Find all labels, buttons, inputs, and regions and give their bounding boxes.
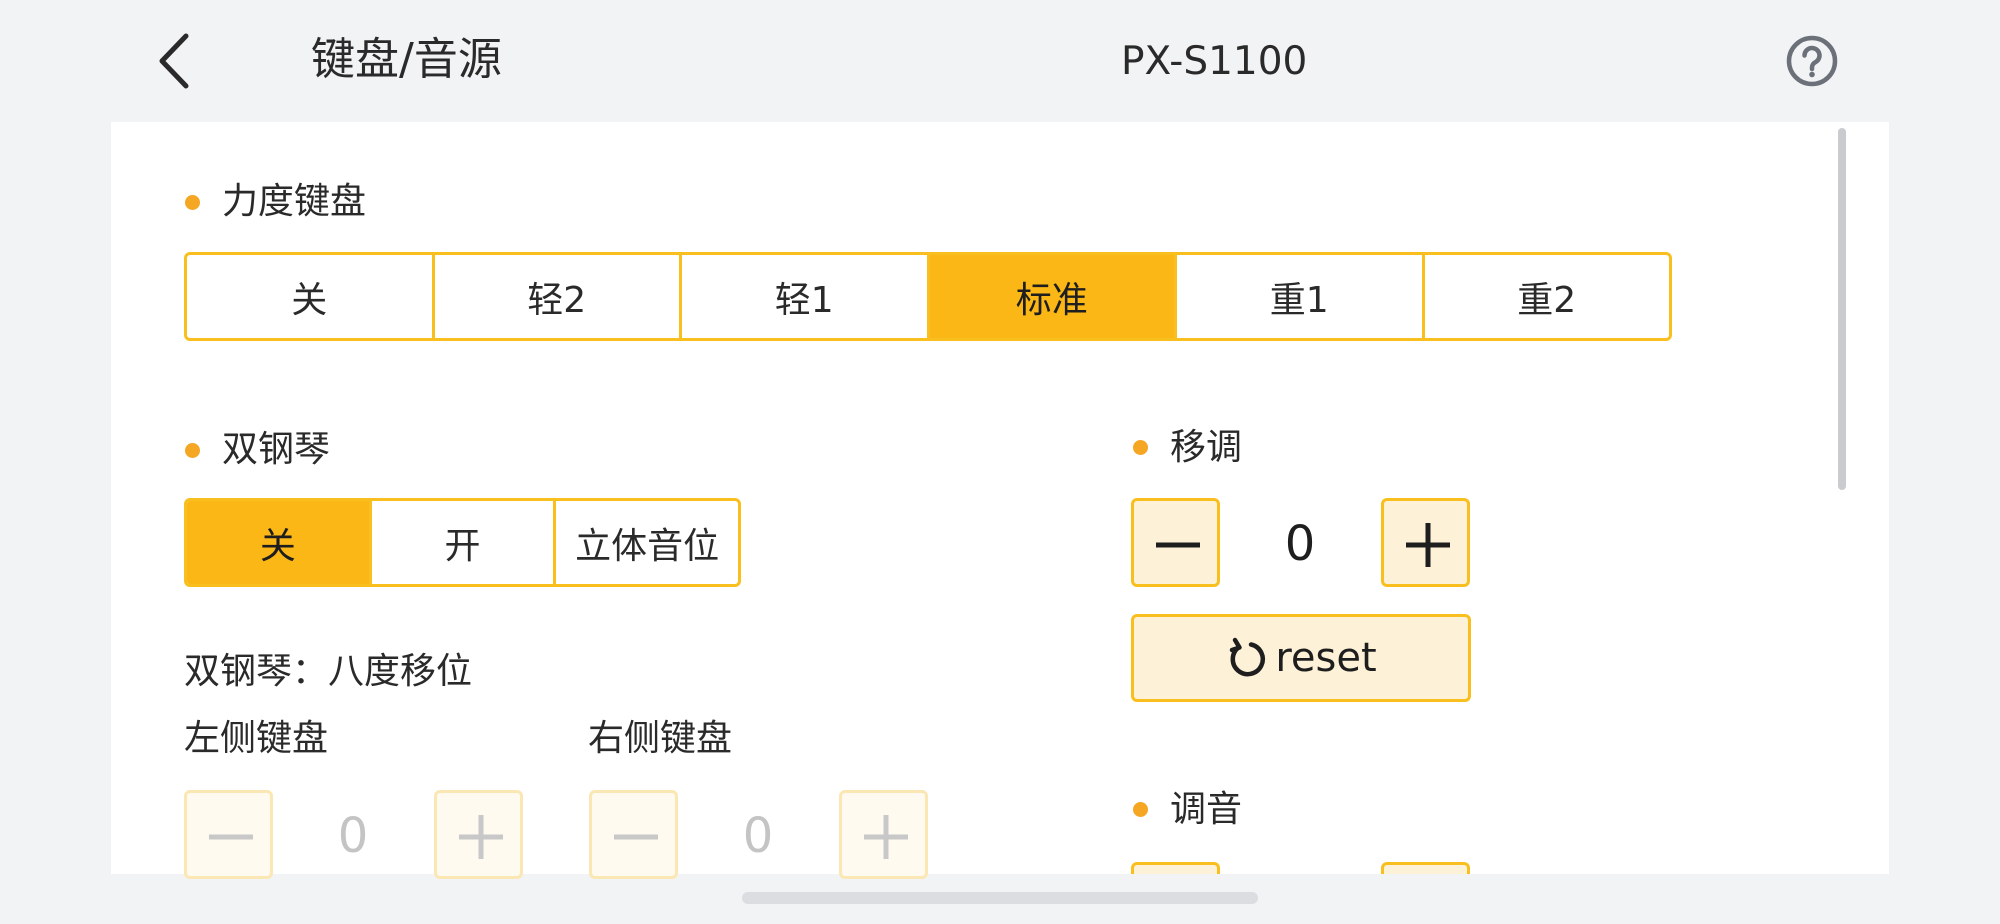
tuning-label: 调音 bbox=[1170, 789, 1243, 830]
home-indicator bbox=[742, 892, 1258, 904]
help-icon bbox=[1786, 35, 1838, 87]
plus-icon bbox=[1406, 523, 1450, 567]
touch-response-label: 力度键盘 bbox=[222, 181, 367, 222]
section-bullet bbox=[185, 195, 200, 210]
left-octave-decrease-button[interactable] bbox=[184, 790, 273, 879]
touch-response-option[interactable]: 重2 bbox=[1425, 255, 1670, 338]
right-octave-value: 0 bbox=[742, 808, 774, 864]
right-octave-increase-button[interactable] bbox=[839, 790, 928, 879]
page-title: 键盘/音源 bbox=[311, 34, 502, 85]
app-header: 键盘/音源 PX-S1100 bbox=[0, 0, 2000, 122]
right-keyboard-label: 右侧键盘 bbox=[588, 718, 733, 759]
duet-mode-option[interactable]: 关 bbox=[187, 501, 372, 584]
device-name: PX-S1100 bbox=[1121, 39, 1308, 84]
section-bullet bbox=[185, 443, 200, 458]
minus-icon bbox=[614, 834, 658, 840]
touch-response-option[interactable]: 关 bbox=[187, 255, 435, 338]
plus-icon bbox=[864, 815, 908, 859]
duet-label: 双钢琴 bbox=[222, 429, 331, 470]
transpose-value: 0 bbox=[1284, 516, 1316, 572]
duet-mode-option[interactable]: 开 bbox=[372, 501, 557, 584]
touch-response-option[interactable]: 重1 bbox=[1177, 255, 1425, 338]
scrollbar-thumb[interactable] bbox=[1838, 128, 1846, 490]
touch-response-option[interactable]: 轻2 bbox=[435, 255, 682, 338]
plus-icon bbox=[459, 815, 503, 859]
transpose-increase-button[interactable] bbox=[1381, 498, 1470, 587]
reset-icon bbox=[1230, 637, 1266, 677]
back-button[interactable] bbox=[150, 30, 200, 92]
help-button[interactable] bbox=[1786, 35, 1838, 87]
left-keyboard-label: 左侧键盘 bbox=[184, 718, 329, 759]
minus-icon bbox=[1156, 542, 1200, 548]
minus-icon bbox=[209, 834, 253, 840]
transpose-reset-button[interactable]: reset bbox=[1131, 614, 1471, 702]
transpose-decrease-button[interactable] bbox=[1131, 498, 1220, 587]
left-octave-increase-button[interactable] bbox=[434, 790, 523, 879]
back-arrow-icon bbox=[159, 33, 189, 89]
duet-mode-option[interactable]: 立体音位 bbox=[556, 501, 738, 584]
right-octave-decrease-button[interactable] bbox=[589, 790, 678, 879]
duet-mode-selector: 关开立体音位 bbox=[184, 498, 741, 587]
duet-octave-label: 双钢琴：八度移位 bbox=[184, 651, 473, 692]
left-octave-value: 0 bbox=[337, 808, 369, 864]
touch-response-option[interactable]: 轻1 bbox=[682, 255, 930, 338]
section-bullet bbox=[1133, 802, 1148, 817]
touch-response-option[interactable]: 标准 bbox=[929, 255, 1177, 338]
transpose-label: 移调 bbox=[1170, 427, 1243, 468]
reset-label: reset bbox=[1275, 635, 1377, 681]
section-bullet bbox=[1133, 440, 1148, 455]
tuning-increase-button[interactable] bbox=[1381, 862, 1470, 874]
touch-response-selector: 关轻2 轻1 标准 重1 重2 bbox=[184, 252, 1672, 341]
tuning-decrease-button[interactable] bbox=[1131, 862, 1220, 874]
